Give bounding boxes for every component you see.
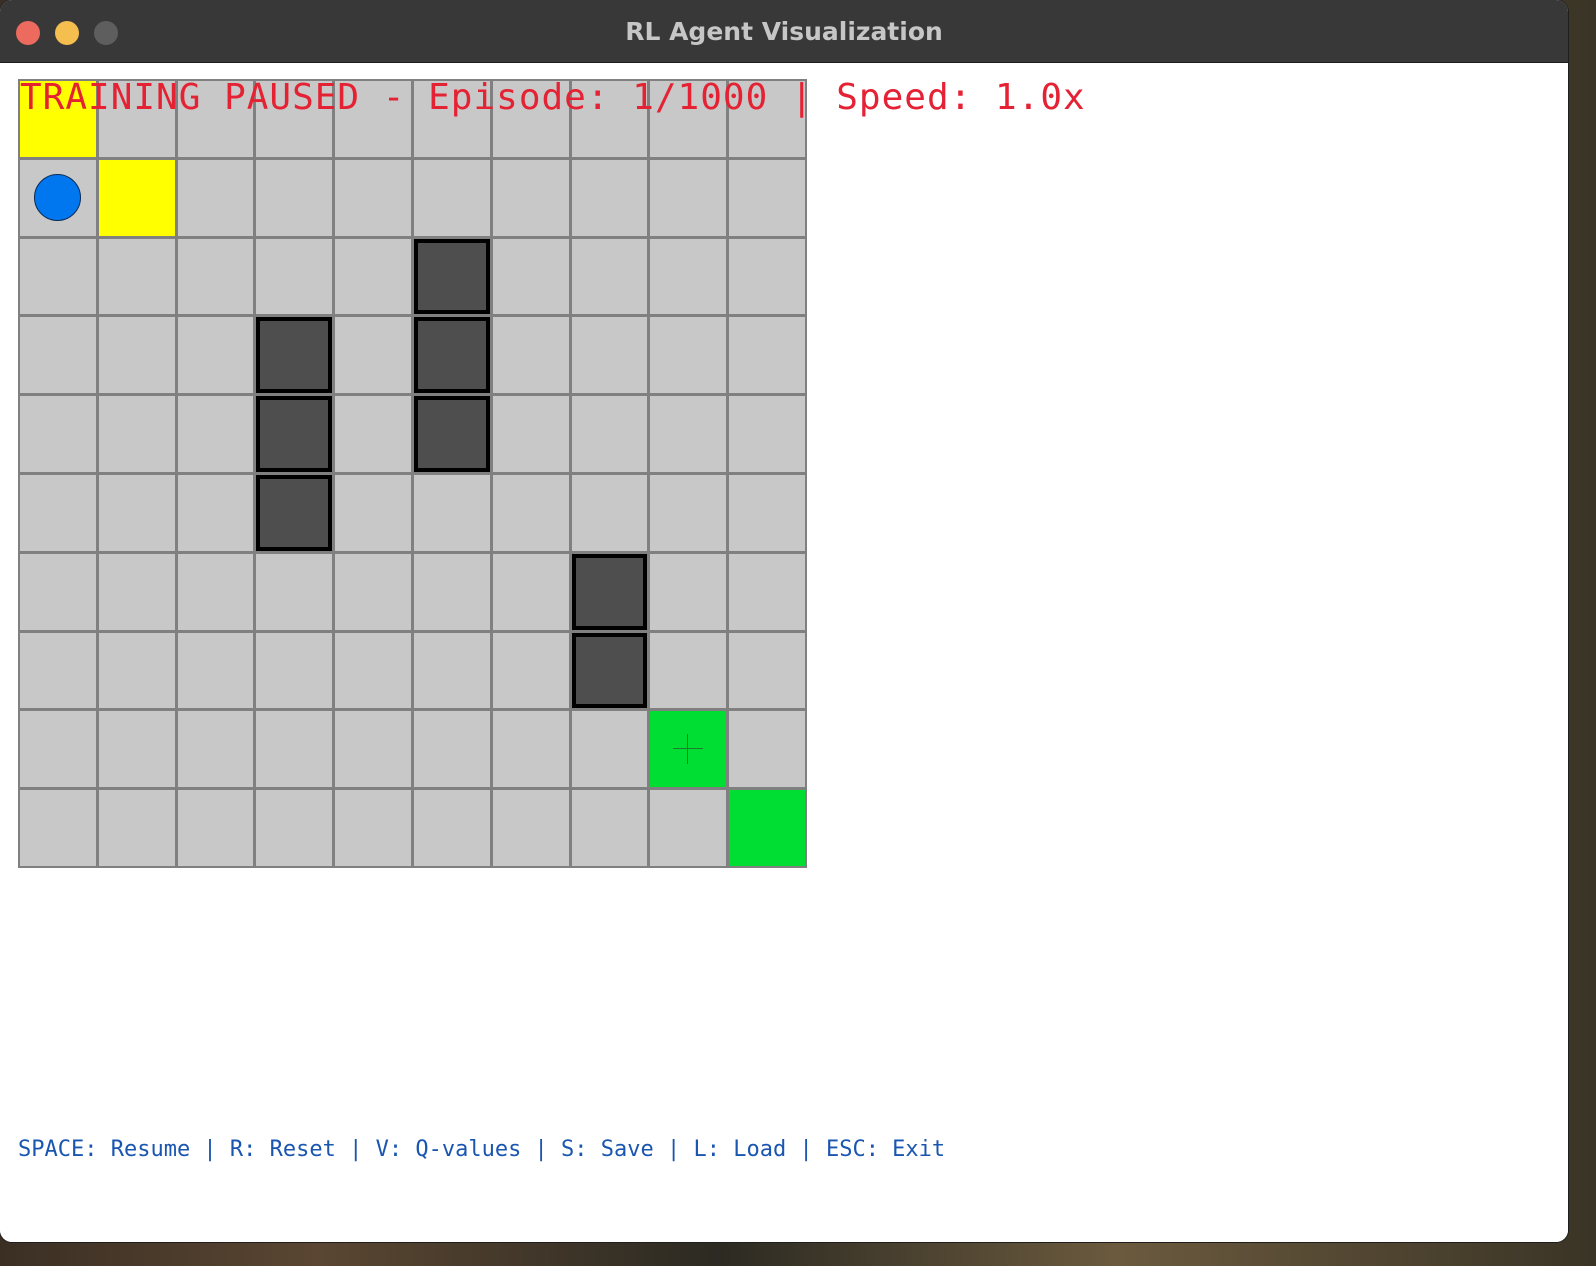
grid-cell-empty [335,632,411,709]
grid-cell-empty [20,396,96,472]
grid-cell-empty [414,475,490,551]
grid-cell-empty [650,475,727,551]
grid-cell-visited [98,159,175,236]
grid-cell-empty [729,475,805,551]
grid-cell-obstacle [256,396,333,472]
grid-cell-empty [256,632,333,709]
grid-cell-empty [256,790,333,866]
grid-cell-empty [98,632,175,709]
grid-cell-empty [98,396,175,472]
grid-cell-empty [492,159,569,236]
grid-cell-empty [650,790,727,866]
grid-cell-obstacle [571,553,648,630]
grid-cell-empty [571,317,648,394]
grid-cell-empty [98,238,175,315]
grid-cell-empty [414,790,490,866]
app-window: RL Agent Visualization TRAINING PAUSED -… [0,0,1568,1242]
grid-cell-empty [256,238,333,315]
grid-cell-empty [177,475,254,551]
grid-cell-empty [729,396,805,472]
grid-world [18,79,807,868]
grid-cell-empty [492,711,569,788]
grid-cell-empty [20,790,96,866]
grid-cell-empty [20,632,96,709]
grid-cell-empty [571,711,648,788]
grid-cell-empty [729,632,805,709]
grid-cell-obstacle [414,238,490,315]
grid-cell-empty [335,159,411,236]
grid-cell-empty [177,159,254,236]
grid-cell-goal [729,790,805,866]
grid-cell-empty [335,396,411,472]
grid-cell-empty [729,159,805,236]
grid-cell-empty [335,711,411,788]
grid-cell-empty [256,553,333,630]
grid-cell-empty [650,396,727,472]
grid-cell-empty [256,711,333,788]
grid-cell-empty [177,711,254,788]
grid-cell-empty [20,317,96,394]
grid-cell-empty [98,711,175,788]
grid-cell-empty [571,238,648,315]
grid-cell-empty [98,475,175,551]
grid-cell-empty [492,553,569,630]
grid-cell-empty [492,790,569,866]
grid-cell-empty [729,553,805,630]
grid-cell-empty [98,790,175,866]
grid-cell-empty [98,553,175,630]
grid-cell-empty [335,475,411,551]
grid-cell-empty [20,711,96,788]
grid-cell-obstacle [571,632,648,709]
grid-cell-obstacle [256,317,333,394]
title-bar: RL Agent Visualization [0,0,1568,63]
grid-cell-empty [492,475,569,551]
grid-cell-empty [177,632,254,709]
grid-cell-empty [20,238,96,315]
grid-cell-empty [414,632,490,709]
grid-cell-empty [492,632,569,709]
grid-cell-empty [571,790,648,866]
grid-cell-empty [335,317,411,394]
grid-cell-empty [20,553,96,630]
grid-cell-empty [177,790,254,866]
grid-cell-empty [335,553,411,630]
grid-cell-empty [650,159,727,236]
crosshair-icon [673,734,704,765]
grid-cell-empty [177,553,254,630]
controls-help-text: SPACE: Resume | R: Reset | V: Q-values |… [18,1137,946,1162]
grid-cell-empty [177,317,254,394]
grid-cell-obstacle [414,317,490,394]
grid-cell-empty [492,317,569,394]
grid-cell-empty [492,396,569,472]
grid-cell-empty [256,159,333,236]
grid-cell-empty [650,317,727,394]
grid-cell-empty [729,317,805,394]
grid-cell-empty [177,396,254,472]
grid-cell-empty [335,238,411,315]
grid-cell-empty [650,238,727,315]
grid-cell-empty [650,632,727,709]
grid-cell-obstacle [414,396,490,472]
grid-cell-empty [98,317,175,394]
grid-cell-empty [335,790,411,866]
game-canvas[interactable]: TRAINING PAUSED - Episode: 1/1000 | Spee… [0,63,1568,1242]
training-status-text: TRAINING PAUSED - Episode: 1/1000 | Spee… [20,77,1086,118]
grid-cell-empty [177,238,254,315]
grid-cell-empty [571,475,648,551]
grid-cell-empty [20,475,96,551]
grid-cell-obstacle [256,475,333,551]
grid-cell-empty [571,396,648,472]
grid-cell-empty [729,711,805,788]
grid-cell-empty [414,553,490,630]
grid-cell-empty [492,238,569,315]
grid-cell-empty [414,711,490,788]
grid-cell-empty [414,159,490,236]
grid-cell-empty [650,553,727,630]
grid-cell-empty [571,159,648,236]
grid-cell-empty [729,238,805,315]
window-title: RL Agent Visualization [625,17,943,46]
